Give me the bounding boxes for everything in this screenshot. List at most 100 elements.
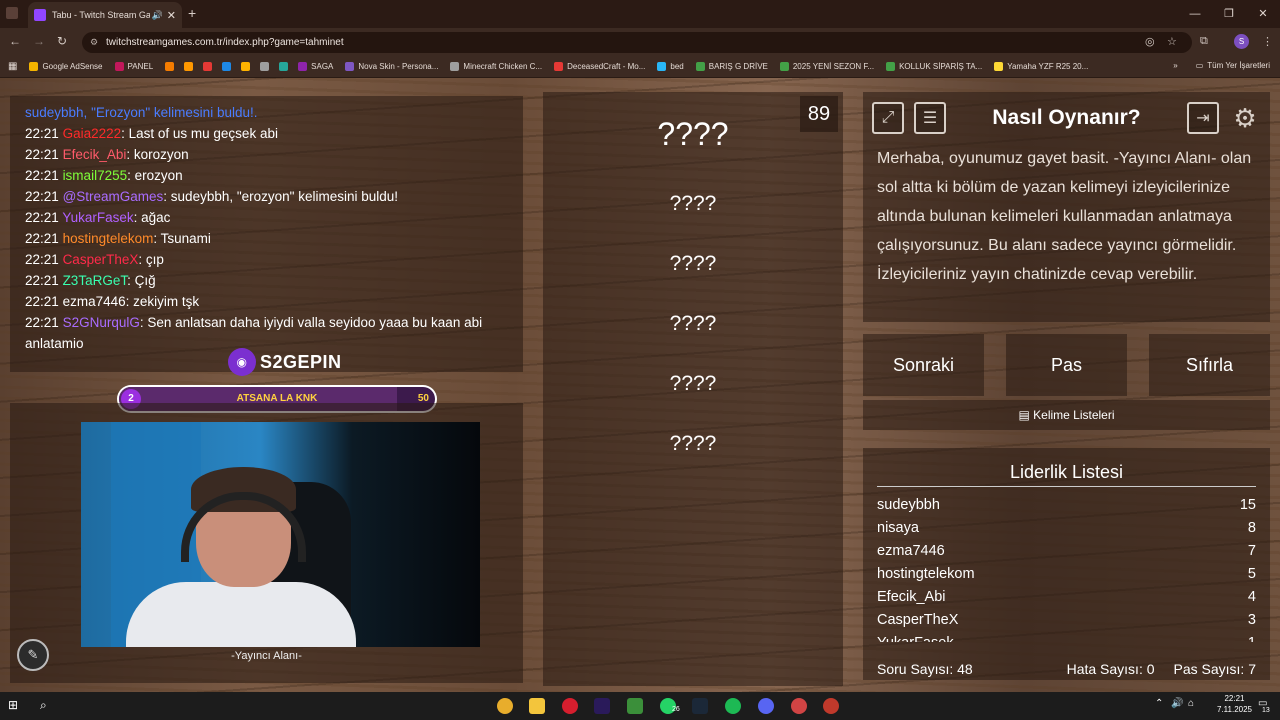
back-icon[interactable]: ← xyxy=(9,34,21,48)
minimize-button[interactable]: — xyxy=(1178,0,1212,28)
chat-username[interactable]: hostingtelekom xyxy=(63,231,154,246)
clock-time: 22:21 xyxy=(1224,694,1245,703)
bookmark-label: Yamaha YZF R25 20... xyxy=(1007,62,1089,71)
bookmark-item[interactable]: PANEL xyxy=(114,62,153,71)
chat-message: 22:21 Gaia2222: Last of us mu geçsek abi xyxy=(25,123,508,144)
folder-icon: ▭ xyxy=(1195,61,1204,70)
site-info-icon[interactable]: ⚙ xyxy=(90,37,98,48)
new-tab-button[interactable]: + xyxy=(188,5,196,21)
bookmark-favicon-icon xyxy=(695,62,705,71)
chat-username[interactable]: Gaia2222 xyxy=(63,126,122,141)
bookmark-item[interactable]: Nova Skin - Persona... xyxy=(345,62,438,71)
forbidden-word: ???? xyxy=(669,312,717,335)
fullscreen-icon[interactable]: ⤢ xyxy=(872,102,904,134)
close-window-button[interactable]: ✕ xyxy=(1246,0,1280,28)
opera-icon[interactable] xyxy=(562,698,578,714)
menu-dots-icon[interactable]: ⋮ xyxy=(1262,35,1273,48)
bookmark-item[interactable]: SAGA xyxy=(298,62,333,71)
clock[interactable]: 22:21 7.11.2025 xyxy=(1217,693,1252,715)
logout-icon[interactable]: ⇥ xyxy=(1187,102,1219,134)
bookmark-label: Minecraft Chicken C... xyxy=(463,62,543,71)
chat-username[interactable]: Z3TaRGeT xyxy=(63,273,128,288)
leaderboard-score: 4 xyxy=(1247,589,1256,605)
speaker-icon[interactable]: 🔊 xyxy=(152,10,163,21)
url-field[interactable]: ⚙ twitchstreamgames.com.tr/index.php?gam… xyxy=(82,32,1192,53)
bookmark-item[interactable] xyxy=(279,62,292,71)
leaderboard-score: 5 xyxy=(1247,566,1256,582)
chat-username[interactable]: sudeybbh, xyxy=(25,105,91,120)
browser-tab[interactable]: Tabu - Twitch Stream Game 🔊 ✕ xyxy=(28,2,182,28)
file-explorer-icon[interactable] xyxy=(529,698,545,714)
bookmark-item[interactable]: Minecraft Chicken C... xyxy=(450,62,542,71)
chat-message: 22:21 ezma7446: zekiyim tşk xyxy=(25,291,508,312)
bookmark-item[interactable]: Yamaha YZF R25 20... xyxy=(994,62,1088,71)
bookmark-item[interactable]: 2025 YENİ SEZON F... xyxy=(779,62,875,71)
bookmark-label: KOLLUK SİPARİŞ TA... xyxy=(899,62,983,71)
url-text: twitchstreamgames.com.tr/index.php?game=… xyxy=(106,37,344,48)
extensions-icon[interactable]: ⧉ xyxy=(1200,35,1208,48)
bookmark-item[interactable]: Google AdSense xyxy=(29,62,103,71)
premiere-icon[interactable] xyxy=(594,698,610,714)
steam-icon[interactable] xyxy=(692,698,708,714)
bookmark-item[interactable]: bed xyxy=(657,62,684,71)
profile-avatar[interactable]: S xyxy=(1234,34,1249,49)
chrome-icon[interactable] xyxy=(497,698,513,714)
chat-username[interactable]: S2GNurqulG xyxy=(63,315,140,330)
chat-username[interactable]: ezma7446 xyxy=(63,294,126,309)
search-icon[interactable]: ⌕ xyxy=(40,698,56,714)
chat-message: 22:21 YukarFasek: ağac xyxy=(25,207,508,228)
chat-message: 22:21 hostingtelekom: Tsunami xyxy=(25,228,508,249)
chat-text: : Last of us mu geçsek abi xyxy=(121,126,278,141)
forward-icon[interactable]: → xyxy=(33,34,45,48)
spotify-icon[interactable] xyxy=(725,698,741,714)
windows-start-icon[interactable]: ⊞ xyxy=(8,698,24,714)
restore-button[interactable]: ❐ xyxy=(1212,0,1246,28)
minecraft-icon[interactable] xyxy=(627,698,643,714)
chat-time: 22:21 xyxy=(25,147,59,162)
chat-username[interactable]: CasperTheX xyxy=(63,252,139,267)
leaderboard-score: 7 xyxy=(1247,543,1256,559)
tab-close-icon[interactable]: ✕ xyxy=(167,9,176,22)
chat-username[interactable]: Efecik_Abi xyxy=(63,147,127,162)
network-icon[interactable]: ⌂ xyxy=(1188,698,1194,709)
twitch-app-icon[interactable] xyxy=(6,7,18,19)
bookmark-item[interactable]: KOLLUK SİPARİŞ TA... xyxy=(886,62,982,71)
bookmark-item[interactable]: DeceasedCraft - Mo... xyxy=(554,62,645,71)
bookmark-favicon-icon xyxy=(886,62,896,71)
leaderboard-panel: Liderlik Listesi sudeybbh 15 nisaya 8 ezma74… xyxy=(863,448,1270,680)
chat-text: : zekiyim tşk xyxy=(125,294,200,309)
reload-icon[interactable]: ↻ xyxy=(57,34,67,48)
bookmark-item[interactable]: BARIŞ G DRİVE xyxy=(695,62,768,71)
notes-icon[interactable]: ☰ xyxy=(914,102,946,134)
leaderboard-name: nisaya xyxy=(877,520,919,536)
bookmark-item[interactable] xyxy=(260,62,273,71)
all-bookmarks-button[interactable]: » ▭ Tüm Yer İşaretleri xyxy=(1173,61,1270,70)
pass-button[interactable]: Pas xyxy=(1006,334,1127,396)
bookmark-item[interactable] xyxy=(165,62,178,71)
whatsapp-badge: 26 xyxy=(672,706,680,713)
more-bookmarks-chevron-icon[interactable]: » xyxy=(1173,61,1177,70)
bookmark-item[interactable] xyxy=(241,62,254,71)
word-lists-button[interactable]: ▤ Kelime Listeleri xyxy=(863,400,1270,430)
chat-username[interactable]: YukarFasek xyxy=(62,210,133,225)
next-button[interactable]: Sonraki xyxy=(863,334,984,396)
chat-username[interactable]: ismail7255 xyxy=(63,168,128,183)
tray-chevron-icon[interactable]: ⌃ xyxy=(1155,698,1163,709)
reset-button[interactable]: Sıfırla xyxy=(1149,334,1270,396)
bookmark-item[interactable] xyxy=(222,62,235,71)
settings-gear-icon[interactable]: ⚙ xyxy=(1229,102,1261,134)
discord-icon[interactable] xyxy=(758,698,774,714)
eyedropper-icon[interactable]: ✎ xyxy=(17,639,49,671)
obs-icon[interactable] xyxy=(823,698,839,714)
bookmark-label: 2025 YENİ SEZON F... xyxy=(792,62,875,71)
bookmark-star-icon[interactable]: ☆ xyxy=(1167,35,1177,48)
apps-grid-icon[interactable]: ▦ xyxy=(8,61,17,72)
bookmark-favicon-icon xyxy=(29,62,39,71)
chrome-active-icon[interactable] xyxy=(791,698,807,714)
bookmark-label: SAGA xyxy=(311,62,334,71)
bookmark-item[interactable] xyxy=(203,62,216,71)
tracking-eye-icon[interactable]: ◎ xyxy=(1145,35,1155,48)
chat-username[interactable]: @StreamGames xyxy=(63,189,164,204)
bookmark-item[interactable] xyxy=(184,62,197,71)
volume-icon[interactable]: 🔊 xyxy=(1171,698,1183,709)
